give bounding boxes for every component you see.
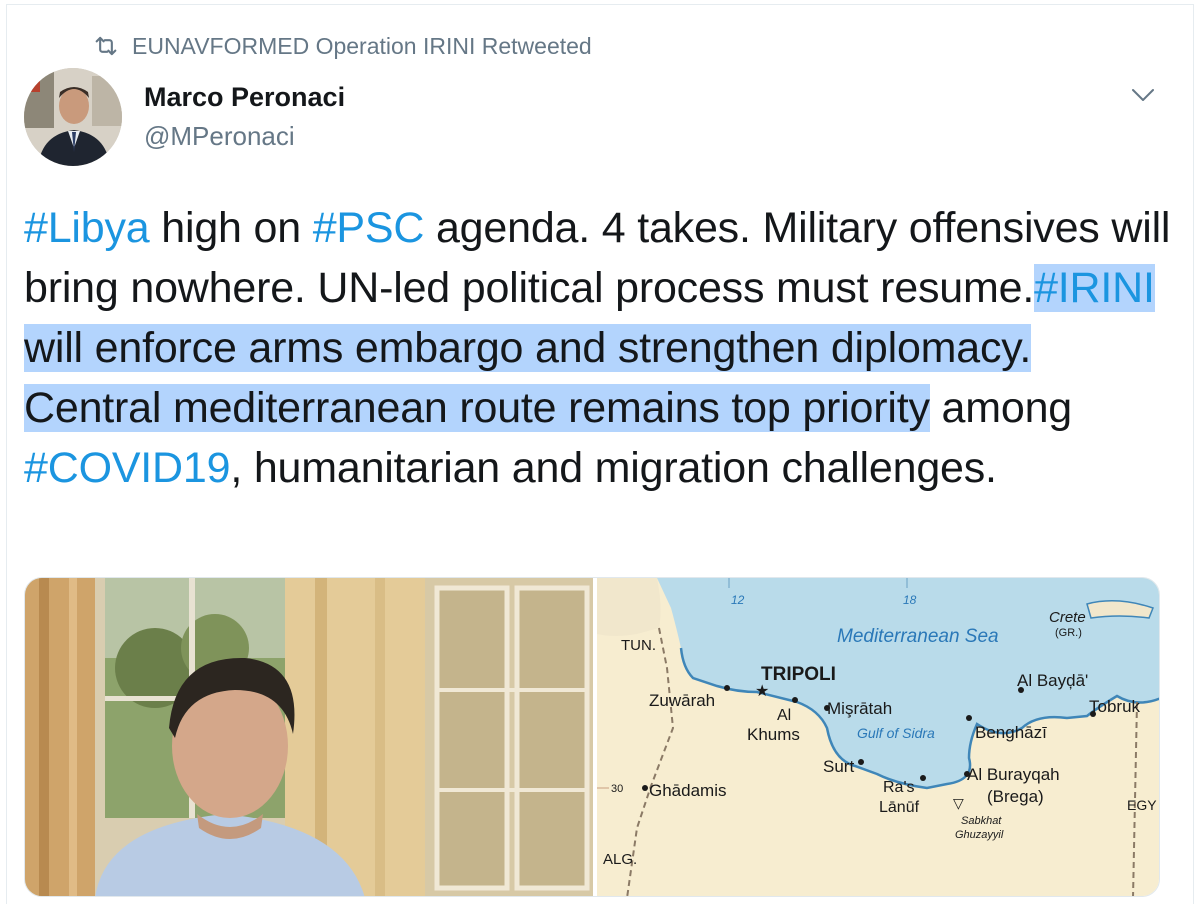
- chevron-down-icon: [1132, 89, 1154, 101]
- map-khums-label: Khums: [747, 725, 800, 744]
- tweet-text: #Libya high on #PSC agenda. 4 takes. Mil…: [24, 198, 1174, 498]
- map-egy-label: EGY: [1127, 797, 1157, 813]
- map-crete-label: Crete: [1049, 609, 1086, 626]
- avatar[interactable]: [24, 68, 122, 166]
- retweet-context: EUNAVFORMED Operation IRINI Retweeted: [92, 30, 592, 62]
- tweet-text-segment: high on: [149, 204, 313, 252]
- map-ras-label: Ra's: [883, 779, 915, 796]
- tweet-text-segment: will enforce arms embargo and strengthen…: [24, 324, 1032, 432]
- hashtag-irini[interactable]: #IRINI: [1034, 264, 1155, 312]
- map-alg-label: ALG.: [603, 851, 637, 868]
- map-zuwarah-label: Zuwārah: [649, 691, 715, 710]
- tweet-menu-button[interactable]: [1130, 82, 1156, 108]
- map-sea-label: Mediterranean Sea: [837, 626, 999, 647]
- map-tobruk-label: Tobruk: [1089, 697, 1141, 716]
- photo-man-at-desk[interactable]: [25, 578, 593, 896]
- map-lanuf-label: Lānūf: [879, 799, 920, 816]
- hashtag-covid19[interactable]: #COVID19: [24, 444, 231, 492]
- map-alburayqah-label: Al Burayqah: [967, 765, 1060, 784]
- map-surt-label: Surt: [823, 757, 854, 776]
- hashtag-psc[interactable]: #PSC: [313, 204, 425, 252]
- map-tick-12: 12: [731, 593, 745, 607]
- map-capital-star: ★: [755, 683, 769, 700]
- tweet-media[interactable]: 12 18 30 Mediterranean Sea Crete (GR.) T…: [24, 577, 1160, 897]
- map-tick-18: 18: [903, 593, 917, 607]
- map-ghuzayyil-label: Ghuzayyil: [955, 829, 1004, 841]
- map-sabkhat-label: Sabkhat: [961, 815, 1002, 827]
- map-misratah-label: Mişrātah: [827, 699, 892, 718]
- map-gulf-label: Gulf of Sidra: [857, 725, 935, 741]
- map-tick-30: 30: [611, 783, 623, 795]
- map-brega-label: (Brega): [987, 787, 1044, 806]
- map-tripoli-label: TRIPOLI: [761, 664, 836, 685]
- tweet-text-segment: , humanitarian and migration challenges.: [230, 444, 997, 492]
- map-crete-gr-label: (GR.): [1055, 627, 1082, 639]
- map-benghazi-label: Benghāzī: [975, 723, 1047, 742]
- map-albayda-label: Al Bayḑā': [1017, 671, 1088, 690]
- map-ghadamis-label: Ghādamis: [649, 781, 726, 800]
- map-depression-marker: ▽: [953, 795, 964, 811]
- author-name[interactable]: Marco Peronaci: [144, 82, 345, 113]
- retweet-text[interactable]: EUNAVFORMED Operation IRINI Retweeted: [132, 33, 592, 60]
- tweet-text-segment: among: [929, 384, 1073, 432]
- map-libya[interactable]: 12 18 30 Mediterranean Sea Crete (GR.) T…: [597, 578, 1159, 896]
- hashtag-libya[interactable]: #Libya: [24, 204, 150, 252]
- author-handle[interactable]: @MPeronaci: [144, 121, 295, 152]
- map-tun-label: TUN.: [621, 637, 656, 654]
- map-al-label: Al: [777, 707, 791, 724]
- retweet-icon: [95, 36, 117, 56]
